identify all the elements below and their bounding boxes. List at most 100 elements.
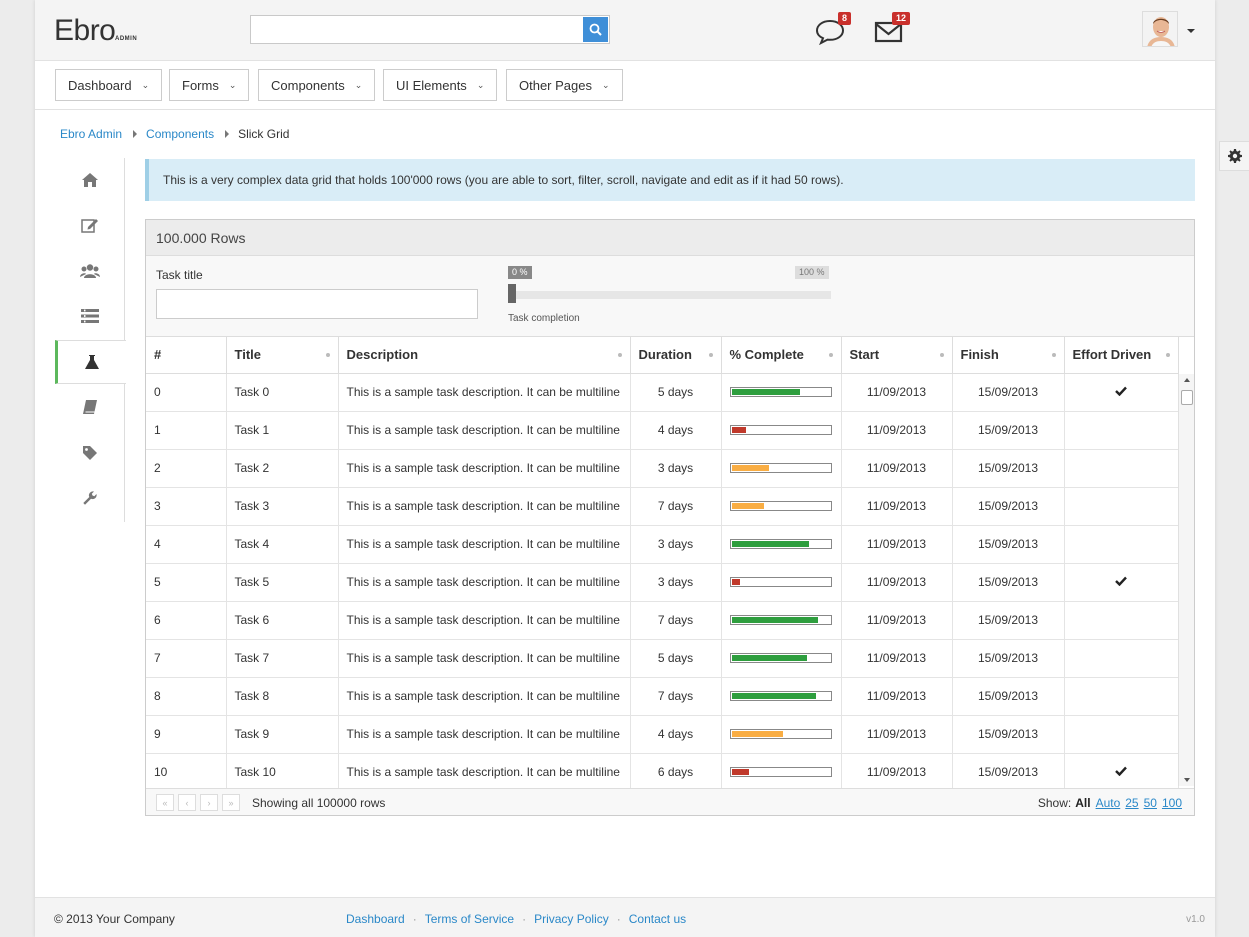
cell-percent-complete[interactable] bbox=[721, 373, 842, 412]
cell-id[interactable]: 2 bbox=[146, 449, 227, 488]
column-header[interactable]: Duration bbox=[630, 337, 722, 374]
cell-description[interactable]: This is a sample task description. It ca… bbox=[338, 753, 631, 792]
cell-percent-complete[interactable] bbox=[721, 525, 842, 564]
scroll-up-icon[interactable] bbox=[1184, 378, 1190, 382]
cell-id[interactable]: 8 bbox=[146, 677, 227, 716]
column-header[interactable]: # bbox=[146, 337, 227, 374]
table-row[interactable]: 10 Task 10 This is a sample task descripti… bbox=[146, 753, 1179, 792]
cell-title[interactable]: Task 6 bbox=[226, 601, 339, 640]
cell-duration[interactable]: 3 days bbox=[630, 563, 722, 602]
user-menu-caret-icon[interactable] bbox=[1187, 29, 1195, 33]
search-button[interactable] bbox=[583, 17, 608, 42]
cell-start[interactable]: 11/09/2013 bbox=[841, 753, 953, 792]
cell-description[interactable]: This is a sample task description. It ca… bbox=[338, 715, 631, 754]
table-row[interactable]: 9 Task 9 This is a sample task description… bbox=[146, 715, 1179, 754]
cell-id[interactable]: 6 bbox=[146, 601, 227, 640]
messages-button[interactable]: 8 bbox=[815, 12, 851, 47]
breadcrumb-link-home[interactable]: Ebro Admin bbox=[60, 127, 122, 141]
table-row[interactable]: 8 Task 8 This is a sample task description… bbox=[146, 677, 1179, 716]
cell-finish[interactable]: 15/09/2013 bbox=[952, 449, 1065, 488]
cell-finish[interactable]: 15/09/2013 bbox=[952, 525, 1065, 564]
cell-duration[interactable]: 4 days bbox=[630, 715, 722, 754]
cell-duration[interactable]: 5 days bbox=[630, 639, 722, 678]
cell-id[interactable]: 1 bbox=[146, 411, 227, 450]
cell-effort-driven[interactable] bbox=[1064, 639, 1179, 678]
cell-start[interactable]: 11/09/2013 bbox=[841, 373, 953, 412]
cell-effort-driven[interactable] bbox=[1064, 753, 1179, 792]
cell-title[interactable]: Task 0 bbox=[226, 373, 339, 412]
cell-title[interactable]: Task 3 bbox=[226, 487, 339, 526]
cell-id[interactable]: 9 bbox=[146, 715, 227, 754]
cell-percent-complete[interactable] bbox=[721, 639, 842, 678]
style-switcher-button[interactable] bbox=[1219, 141, 1249, 171]
column-header[interactable]: Title bbox=[226, 337, 339, 374]
cell-duration[interactable]: 3 days bbox=[630, 449, 722, 488]
cell-id[interactable]: 7 bbox=[146, 639, 227, 678]
cell-description[interactable]: This is a sample task description. It ca… bbox=[338, 525, 631, 564]
cell-description[interactable]: This is a sample task description. It ca… bbox=[338, 677, 631, 716]
cell-description[interactable]: This is a sample task description. It ca… bbox=[338, 449, 631, 488]
page-size-100[interactable]: 100 bbox=[1162, 796, 1182, 810]
cell-percent-complete[interactable] bbox=[721, 715, 842, 754]
cell-start[interactable]: 11/09/2013 bbox=[841, 563, 953, 602]
task-title-filter-input[interactable] bbox=[156, 289, 478, 319]
cell-finish[interactable]: 15/09/2013 bbox=[952, 677, 1065, 716]
cell-start[interactable]: 11/09/2013 bbox=[841, 487, 953, 526]
footer-link-terms[interactable]: Terms of Service bbox=[425, 912, 514, 926]
next-page-button[interactable]: › bbox=[200, 794, 218, 811]
breadcrumb-link-components[interactable]: Components bbox=[146, 127, 214, 141]
cell-description[interactable]: This is a sample task description. It ca… bbox=[338, 639, 631, 678]
cell-duration[interactable]: 5 days bbox=[630, 373, 722, 412]
mail-button[interactable]: 12 bbox=[874, 12, 910, 47]
cell-title[interactable]: Task 8 bbox=[226, 677, 339, 716]
cell-id[interactable]: 10 bbox=[146, 753, 227, 792]
cell-effort-driven[interactable] bbox=[1064, 601, 1179, 640]
sidebar-item-tables[interactable] bbox=[55, 294, 125, 338]
scroll-thumb[interactable] bbox=[1181, 390, 1193, 405]
cell-finish[interactable]: 15/09/2013 bbox=[952, 639, 1065, 678]
cell-id[interactable]: 3 bbox=[146, 487, 227, 526]
search-input[interactable] bbox=[251, 16, 579, 43]
table-row[interactable]: 3 Task 3 This is a sample task description… bbox=[146, 487, 1179, 526]
cell-duration[interactable]: 3 days bbox=[630, 525, 722, 564]
nav-dashboard[interactable]: Dashboard ⌄ bbox=[55, 69, 163, 101]
footer-link-dashboard[interactable]: Dashboard bbox=[346, 912, 405, 926]
cell-description[interactable]: This is a sample task description. It ca… bbox=[338, 411, 631, 450]
nav-other-pages[interactable]: Other Pages ⌄ bbox=[506, 69, 623, 101]
cell-effort-driven[interactable] bbox=[1064, 487, 1179, 526]
cell-percent-complete[interactable] bbox=[721, 411, 842, 450]
cell-start[interactable]: 11/09/2013 bbox=[841, 411, 953, 450]
cell-effort-driven[interactable] bbox=[1064, 411, 1179, 450]
prev-page-button[interactable]: ‹ bbox=[178, 794, 196, 811]
cell-description[interactable]: This is a sample task description. It ca… bbox=[338, 487, 631, 526]
cell-finish[interactable]: 15/09/2013 bbox=[952, 563, 1065, 602]
completion-slider-handle[interactable] bbox=[508, 284, 516, 303]
cell-id[interactable]: 4 bbox=[146, 525, 227, 564]
cell-description[interactable]: This is a sample task description. It ca… bbox=[338, 373, 631, 412]
cell-title[interactable]: Task 9 bbox=[226, 715, 339, 754]
page-size-25[interactable]: 25 bbox=[1125, 796, 1138, 810]
sidebar-item-docs[interactable] bbox=[55, 385, 125, 429]
table-row[interactable]: 0 Task 0 This is a sample task description… bbox=[146, 373, 1179, 412]
cell-effort-driven[interactable] bbox=[1064, 715, 1179, 754]
first-page-button[interactable]: « bbox=[156, 794, 174, 811]
cell-finish[interactable]: 15/09/2013 bbox=[952, 753, 1065, 792]
vertical-scrollbar[interactable] bbox=[1178, 374, 1194, 786]
cell-title[interactable]: Task 4 bbox=[226, 525, 339, 564]
cell-finish[interactable]: 15/09/2013 bbox=[952, 411, 1065, 450]
table-row[interactable]: 6 Task 6 This is a sample task description… bbox=[146, 601, 1179, 640]
completion-slider-track[interactable] bbox=[508, 291, 831, 299]
cell-effort-driven[interactable] bbox=[1064, 373, 1179, 412]
page-size-50[interactable]: 50 bbox=[1144, 796, 1157, 810]
sidebar-item-home[interactable] bbox=[55, 158, 125, 202]
nav-components[interactable]: Components ⌄ bbox=[258, 69, 376, 101]
cell-id[interactable]: 0 bbox=[146, 373, 227, 412]
cell-title[interactable]: Task 1 bbox=[226, 411, 339, 450]
cell-duration[interactable]: 7 days bbox=[630, 601, 722, 640]
column-header[interactable]: % Complete bbox=[721, 337, 842, 374]
table-row[interactable]: 4 Task 4 This is a sample task description… bbox=[146, 525, 1179, 564]
logo[interactable]: Ebro bbox=[54, 14, 116, 48]
sidebar-item-components[interactable] bbox=[55, 340, 126, 384]
scroll-down-icon[interactable] bbox=[1184, 778, 1190, 782]
sidebar-item-settings[interactable] bbox=[55, 476, 125, 520]
